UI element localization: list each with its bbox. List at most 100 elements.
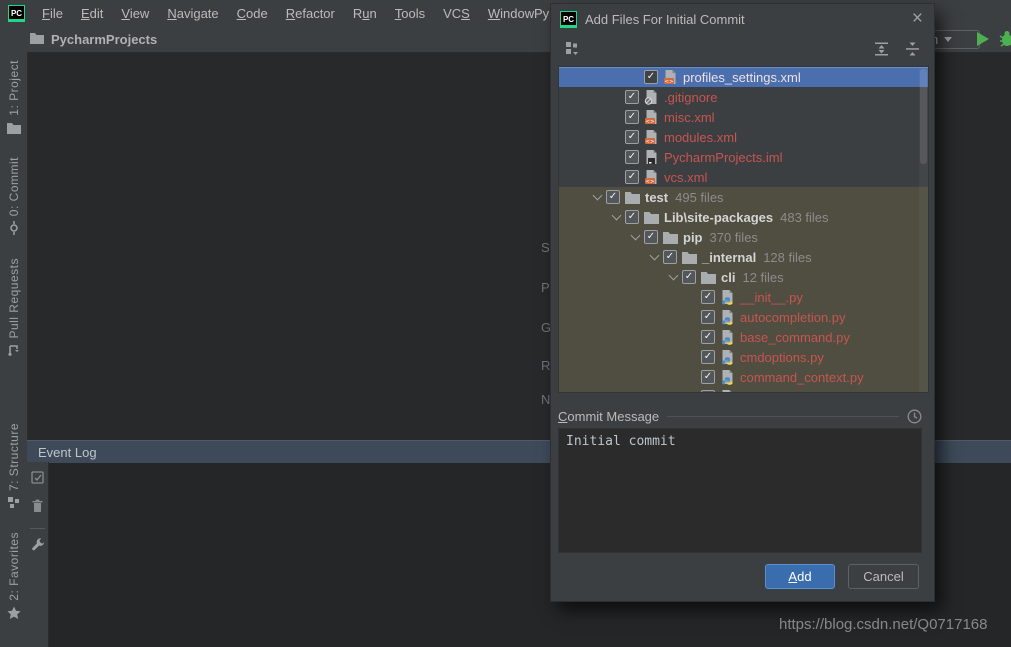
chevron-expanded-icon[interactable]: [588, 195, 606, 199]
chevron-expanded-icon[interactable]: [607, 215, 625, 219]
stripe-button-1-project[interactable]: 1: Project: [7, 60, 21, 139]
tree-row-modules-xml[interactable]: ✓ <>modules.xml: [559, 127, 929, 147]
menu-tools[interactable]: Tools: [386, 6, 434, 21]
tree-row-base-command-py[interactable]: ✓base_command.py: [559, 327, 929, 347]
menu-code[interactable]: Code: [228, 6, 277, 21]
tree-row-cli[interactable]: ✓cli12 files: [559, 267, 929, 287]
stripe-button-2-favorites[interactable]: 2: Favorites: [7, 532, 21, 625]
row-checkbox[interactable]: ✓: [625, 150, 639, 164]
xml-file-icon: <>: [644, 129, 661, 145]
tree-row--internal[interactable]: ✓_internal128 files: [559, 247, 929, 267]
expand-all-icon[interactable]: [874, 41, 889, 57]
chevron-expanded-icon[interactable]: [645, 255, 663, 259]
menu-run[interactable]: Run: [344, 6, 386, 21]
row-checkbox[interactable]: ✓: [663, 250, 677, 264]
commit-message-input[interactable]: Initial commit: [558, 428, 922, 553]
trash-icon[interactable]: [31, 499, 44, 518]
row-checkbox[interactable]: ✓: [625, 110, 639, 124]
file-name: modules.xml: [664, 130, 737, 145]
menu-navigate[interactable]: Navigate: [158, 6, 227, 21]
star-icon: [7, 606, 21, 625]
add-button[interactable]: Add: [765, 564, 835, 589]
row-checkbox[interactable]: ✓: [701, 350, 715, 364]
pycharm-logo-icon: PC: [8, 5, 25, 22]
history-clock-icon[interactable]: [907, 409, 922, 424]
tree-row-autocompletion-py[interactable]: ✓autocompletion.py: [559, 307, 929, 327]
tree-row-lib-site-packages[interactable]: ✓Lib\site-packages483 files: [559, 207, 929, 227]
group-by-icon[interactable]: [565, 41, 581, 57]
tree-row-command-context-py[interactable]: ✓ command_context.py: [559, 367, 929, 387]
row-checkbox[interactable]: ✓: [701, 290, 715, 304]
tree-row-test[interactable]: ✓test495 files: [559, 187, 929, 207]
file-name: cli: [721, 270, 735, 285]
row-checkbox[interactable]: ✓: [701, 370, 715, 384]
tree-row-pycharmprojects-iml[interactable]: ✓ PycharmProjects.iml: [559, 147, 929, 167]
row-checkbox[interactable]: ✓: [606, 190, 620, 204]
chevron-down-icon: [944, 37, 952, 42]
row-checkbox[interactable]: ✓: [625, 170, 639, 184]
row-checkbox[interactable]: ✓: [701, 310, 715, 324]
menu-file[interactable]: File: [33, 6, 72, 21]
stripe-button-7-structure[interactable]: 7: Structure: [7, 423, 21, 514]
collapse-all-icon[interactable]: [905, 41, 920, 57]
cancel-button[interactable]: Cancel: [848, 564, 919, 589]
file-name: pip: [683, 230, 703, 245]
row-checkbox[interactable]: ✓: [644, 70, 658, 84]
menu-edit[interactable]: Edit: [72, 6, 112, 21]
pycharm-logo-icon: PC: [560, 11, 577, 28]
tree-row-profiles-settings-xml[interactable]: ✓<>profiles_settings.xml: [559, 67, 929, 87]
mark-all-read-icon[interactable]: [31, 471, 45, 490]
commit-icon: [8, 221, 20, 240]
tree-row--init-py[interactable]: ✓ __init__.py: [559, 287, 929, 307]
pycharm-window: PC FileEditViewNavigateCodeRefactorRunTo…: [0, 0, 1011, 647]
folder-icon: [682, 251, 699, 264]
menu-refactor[interactable]: Refactor: [277, 6, 344, 21]
watermark-text: https://blog.csdn.net/Q0717168: [779, 616, 987, 633]
tree-row-misc-xml[interactable]: ✓<>misc.xml: [559, 107, 929, 127]
stripe-button-pull-requests[interactable]: Pull Requests: [7, 258, 21, 362]
row-checkbox[interactable]: ✓: [625, 210, 639, 224]
folder-icon: [663, 231, 680, 244]
row-checkbox[interactable]: ✓: [682, 270, 696, 284]
gitignore-file-icon: [644, 89, 661, 105]
wrench-icon[interactable]: [31, 538, 45, 557]
run-button[interactable]: [977, 32, 989, 46]
tree-row--gitignore[interactable]: ✓.gitignore: [559, 87, 929, 107]
event-log-toolbar: [27, 462, 49, 647]
pull-requests-icon: [7, 343, 20, 361]
window-title-fragment: Py: [534, 6, 549, 21]
file-name: test: [645, 190, 668, 205]
file-count: 370 files: [710, 230, 758, 245]
dialog-toolbar: [551, 34, 934, 64]
chevron-expanded-icon[interactable]: [626, 235, 644, 239]
close-icon[interactable]: ×: [910, 11, 925, 27]
svg-text:<>: <>: [664, 79, 674, 85]
menu-vcs[interactable]: VCS: [434, 6, 479, 21]
tree-scrollbar[interactable]: [919, 67, 928, 392]
tool-window-stripe-left: 1: Project 0: Commit Pull Requests 7: Stru…: [0, 52, 28, 647]
row-checkbox[interactable]: ✓: [701, 390, 715, 393]
breadcrumb[interactable]: PycharmProjects: [51, 32, 157, 47]
tree-row-cmdoptions-py[interactable]: ✓cmdoptions.py: [559, 347, 929, 367]
xml-file-icon: <>: [644, 169, 661, 185]
file-name: PycharmProjects.iml: [664, 150, 782, 165]
row-checkbox[interactable]: ✓: [701, 330, 715, 344]
row-checkbox[interactable]: ✓: [625, 90, 639, 104]
tree-row-pip[interactable]: ✓ pip 370 files: [559, 227, 929, 247]
chevron-expanded-icon[interactable]: [664, 275, 682, 279]
tree-scrollbar-thumb[interactable]: [920, 69, 927, 164]
debug-button[interactable]: [999, 30, 1011, 53]
file-name: misc.xml: [664, 110, 715, 125]
row-checkbox[interactable]: ✓: [644, 230, 658, 244]
row-checkbox[interactable]: ✓: [625, 130, 639, 144]
menu-view[interactable]: View: [112, 6, 158, 21]
tree-row-clipped[interactable]: ✓: [559, 387, 929, 393]
tree-row-vcs-xml[interactable]: ✓ <>vcs.xml: [559, 167, 929, 187]
add-files-dialog: PC Add Files For Initial Commit × ✓<>pro…: [550, 3, 935, 602]
xml-file-icon: <>: [663, 69, 680, 85]
file-name: __init__.py: [740, 290, 803, 305]
file-name: vcs.xml: [664, 170, 707, 185]
file-name: command_context.py: [740, 370, 864, 385]
editor-tip-letter: S: [541, 240, 550, 255]
stripe-button-0-commit[interactable]: 0: Commit: [7, 157, 21, 240]
